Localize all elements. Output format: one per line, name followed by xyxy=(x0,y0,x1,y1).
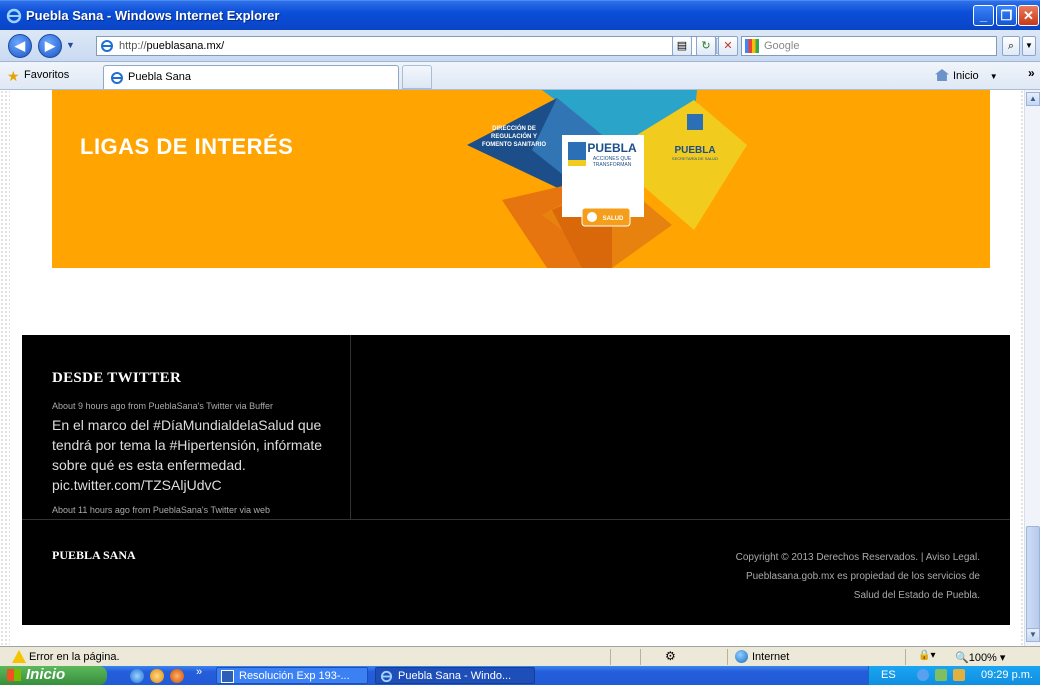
copyright-line[interactable]: Copyright © 2013 Derechos Reservados. | … xyxy=(680,548,980,567)
browser-viewport: LIGAS DE INTERÉS DIRECCIÓN DE REGULACIÓN… xyxy=(0,90,1040,646)
network-icon[interactable] xyxy=(935,669,947,681)
home-label: Inicio xyxy=(953,70,979,82)
status-bar: Error en la página. ⚙ Internet 🔒▾ 🔍100% … xyxy=(0,646,1040,666)
secretaria-logo-sub: SECRETARÍA DE SALUD xyxy=(672,156,718,161)
forward-button[interactable]: ▶ xyxy=(38,34,62,58)
twitter-widget: DESDE TWITTER About 9 hours ago from Pue… xyxy=(22,335,351,519)
close-button[interactable]: ✕ xyxy=(1018,5,1039,26)
status-message[interactable]: Error en la página. xyxy=(29,651,120,663)
stop-icon[interactable]: ✕ xyxy=(718,36,738,56)
windows-flag-icon xyxy=(7,669,21,681)
home-icon xyxy=(935,69,949,81)
puebla-logo-title: PUEBLA xyxy=(587,141,637,155)
google-icon xyxy=(745,39,759,53)
zone-label[interactable]: Internet xyxy=(752,651,789,663)
scroll-thumb[interactable] xyxy=(1026,526,1040,631)
search-input[interactable]: Google xyxy=(741,36,997,56)
word-icon xyxy=(221,670,234,683)
window-title: Puebla Sana - Windows Internet Explorer xyxy=(26,8,280,23)
footer-site-title: PUEBLA SANA xyxy=(52,548,136,562)
start-label: Inicio xyxy=(26,666,66,683)
tab-puebla-sana[interactable]: Puebla Sana xyxy=(103,65,399,89)
ie-icon xyxy=(380,670,393,683)
vertical-scrollbar[interactable]: ▲ ▼ xyxy=(1024,90,1040,646)
firefox-quicklaunch-icon[interactable] xyxy=(170,669,184,683)
home-dropdown-icon[interactable]: ▼ xyxy=(990,72,998,81)
copyright-text: Copyright © 2013 Derechos Reservados. | … xyxy=(680,548,980,605)
history-dropdown-icon[interactable]: ▼ xyxy=(66,40,75,50)
page-icon xyxy=(101,40,113,52)
favorites-bar: ★ Favoritos Puebla Sana Inicio ▼ » xyxy=(0,62,1040,90)
search-go-icon[interactable]: ⌕ xyxy=(1002,36,1020,56)
url-text: http://pueblasana.mx/ xyxy=(119,40,225,52)
dir-text-2: REGULACIÓN Y xyxy=(491,132,537,140)
copyright-line: Pueblasana.gob.mx es propiedad de los se… xyxy=(745,571,980,582)
twitter-heading: DESDE TWITTER xyxy=(52,370,182,386)
partner-logos-graphic[interactable]: DIRECCIÓN DE REGULACIÓN Y FOMENTO SANITA… xyxy=(462,90,752,268)
quicklaunch-more-icon[interactable]: » xyxy=(196,666,202,678)
scroll-down-icon[interactable]: ▼ xyxy=(1026,628,1040,642)
tweet-meta[interactable]: About 9 hours ago from PueblaSana's Twit… xyxy=(52,401,273,411)
window-titlebar[interactable]: Puebla Sana - Windows Internet Explorer … xyxy=(0,0,1040,30)
search-placeholder: Google xyxy=(764,40,800,52)
maximize-button[interactable]: ❐ xyxy=(996,5,1017,26)
refresh-icon[interactable]: ↻ xyxy=(696,36,716,56)
more-tools-button[interactable]: » xyxy=(1028,66,1035,80)
system-tray: ES 09:29 p.m. xyxy=(868,666,1040,685)
site-footer: DESDE TWITTER About 9 hours ago from Pue… xyxy=(22,335,1010,625)
ie-quicklaunch-icon[interactable] xyxy=(130,669,144,683)
scroll-up-icon[interactable]: ▲ xyxy=(1026,92,1040,106)
taskbar-item-ie[interactable]: Puebla Sana - Windo... xyxy=(375,667,535,684)
taskbar-item-label: Resolución Exp 193-... xyxy=(239,670,350,682)
status-divider xyxy=(905,649,906,665)
search-options-icon[interactable]: ▼ xyxy=(1022,36,1036,56)
favorites-star-icon[interactable]: ★ xyxy=(7,68,20,85)
status-divider xyxy=(610,649,611,665)
clock[interactable]: 09:29 p.m. xyxy=(981,669,1033,681)
taskbar-item-label: Puebla Sana - Windo... xyxy=(398,670,512,682)
security-shield-icon[interactable] xyxy=(953,669,965,681)
language-indicator[interactable]: ES xyxy=(881,669,896,681)
tab-label: Puebla Sana xyxy=(128,71,191,83)
zoom-level[interactable]: 🔍100% ▾ xyxy=(955,651,1005,664)
status-divider xyxy=(640,649,641,665)
explorer-quicklaunch-icon[interactable] xyxy=(150,669,164,683)
start-button[interactable]: Inicio xyxy=(0,666,107,685)
tweet-text[interactable]: En el marco del #DíaMundialdelaSalud que… xyxy=(52,415,342,495)
favorites-button[interactable]: Favoritos xyxy=(24,69,69,81)
footer-divider xyxy=(22,519,1010,520)
links-banner: LIGAS DE INTERÉS DIRECCIÓN DE REGULACIÓN… xyxy=(52,90,990,268)
new-tab-button[interactable] xyxy=(402,65,432,89)
copyright-line: Salud del Estado de Puebla. xyxy=(853,590,980,601)
tray-arrow-icon[interactable] xyxy=(917,669,929,681)
security-dropdown-icon[interactable]: 🔒▾ xyxy=(918,650,935,661)
protected-mode-icon[interactable]: ⚙ xyxy=(665,649,676,663)
taskbar-item-word[interactable]: Resolución Exp 193-... xyxy=(216,667,368,684)
address-input[interactable]: http://pueblasana.mx/ ▼ xyxy=(96,36,733,56)
address-toolbar: ◀ ▶ ▼ http://pueblasana.mx/ ▼ ▤ ↻ ✕ Goog… xyxy=(0,30,1040,62)
puebla-logo-sub-2: TRANSFORMAN xyxy=(593,162,632,168)
secretaria-logo-title: PUEBLA xyxy=(674,145,715,156)
home-button[interactable]: Inicio ▼ xyxy=(935,69,998,82)
dir-text-1: DIRECCIÓN DE xyxy=(492,124,536,132)
dir-text-3: FOMENTO SANITARIO xyxy=(482,142,546,148)
status-divider xyxy=(727,649,728,665)
web-page: LIGAS DE INTERÉS DIRECCIÓN DE REGULACIÓN… xyxy=(10,90,1021,646)
compat-view-icon[interactable]: ▤ xyxy=(672,36,692,56)
back-button[interactable]: ◀ xyxy=(8,34,32,58)
ie-tab-icon xyxy=(111,72,123,84)
tweet-meta[interactable]: About 11 hours ago from PueblaSana's Twi… xyxy=(52,505,270,515)
windows-taskbar: Inicio » Resolución Exp 193-... Puebla S… xyxy=(0,666,1040,685)
ie-icon xyxy=(6,8,22,24)
banner-title: LIGAS DE INTERÉS xyxy=(80,134,294,159)
minimize-button[interactable]: _ xyxy=(973,5,994,26)
warning-icon[interactable] xyxy=(12,650,26,663)
salud-label: SALUD xyxy=(603,216,624,222)
internet-zone-icon xyxy=(735,650,748,663)
